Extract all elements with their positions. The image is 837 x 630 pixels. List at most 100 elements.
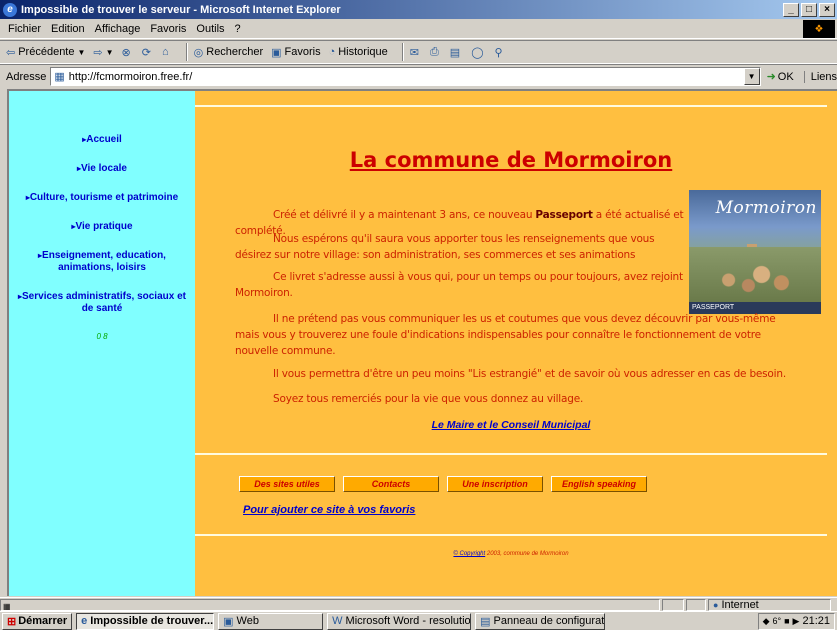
address-dropdown-button[interactable]: ▼ bbox=[743, 68, 760, 85]
button-row: Des sites utiles Contacts Une inscriptio… bbox=[239, 476, 655, 492]
globe-icon: ● bbox=[713, 599, 719, 610]
tray-icon[interactable]: ■ bbox=[784, 616, 789, 626]
home-icon: ⌂ bbox=[161, 46, 169, 58]
refresh-button[interactable]: ⟳ bbox=[142, 46, 154, 59]
menu-outils[interactable]: Outils bbox=[196, 23, 224, 35]
stop-button[interactable]: ⊗ bbox=[122, 46, 134, 59]
toolbar-separator bbox=[185, 43, 188, 61]
menu-favoris[interactable]: Favoris bbox=[150, 23, 186, 35]
nav-enseignement[interactable]: Enseignement, education, animations, loi… bbox=[9, 250, 195, 274]
task-label: Web bbox=[236, 615, 259, 627]
address-input[interactable]: ▦ http://fcmormoiron.free.fr/ ▼ bbox=[50, 67, 761, 86]
edit-button[interactable]: ▤ bbox=[450, 46, 463, 59]
ie-logo-icon: e bbox=[3, 2, 17, 17]
go-button[interactable]: ➜ OK bbox=[766, 70, 794, 84]
task-word[interactable]: WMicrosoft Word - resolution... bbox=[327, 612, 472, 630]
english-speaking-button[interactable]: English speaking bbox=[551, 476, 647, 492]
toolbar: ⇦ Précédente ▼ ⇨ ▼ ⊗ ⟳ ⌂ ◎ Rechercher ▣ Favor… bbox=[0, 40, 837, 64]
address-bar: Adresse ▦ http://fcmormoiron.free.fr/ ▼ … bbox=[0, 64, 837, 88]
status-cell bbox=[662, 598, 684, 611]
ie-icon: e bbox=[81, 615, 88, 627]
tray-temp: 6° bbox=[772, 616, 782, 626]
go-label: OK bbox=[777, 70, 794, 83]
zone-label: Internet bbox=[721, 598, 759, 611]
title-bar: e Impossible de trouver le serveur - Mic… bbox=[0, 0, 837, 19]
passeport-bold: Passeport bbox=[535, 209, 593, 221]
favorites-icon: ▣ bbox=[271, 46, 282, 59]
copyright: © Copyright 2003, commune de Mormoiron bbox=[195, 551, 827, 557]
task-label: Panneau de configuration bbox=[493, 615, 605, 627]
address-url: http://fcmormoiron.free.fr/ bbox=[68, 70, 193, 83]
edit-icon: ▤ bbox=[449, 46, 461, 59]
divider bbox=[195, 534, 827, 536]
address-label: Adresse bbox=[6, 70, 47, 83]
minimize-button[interactable]: _ bbox=[783, 2, 799, 17]
tray-icon[interactable]: ▶ bbox=[793, 616, 800, 627]
village-shape bbox=[689, 247, 821, 302]
browser-window: e Impossible de trouver le serveur - Mic… bbox=[0, 0, 837, 630]
menu-help[interactable]: ? bbox=[235, 23, 241, 35]
start-label: Démarrer bbox=[18, 615, 68, 627]
copyright-link[interactable]: © Copyright bbox=[453, 551, 485, 557]
menu-edition[interactable]: Edition bbox=[51, 23, 85, 35]
menu-bar: Fichier Edition Affichage Favoris Outils… bbox=[0, 19, 837, 39]
sidebar-nav: Accueil Vie locale Culture, tourisme et … bbox=[9, 91, 195, 596]
favorites-label: Favoris bbox=[284, 46, 321, 58]
start-button[interactable]: ⊞ Démarrer bbox=[2, 612, 73, 630]
nav-culture-tourisme[interactable]: Culture, tourisme et patrimoine bbox=[9, 192, 195, 204]
status-cell bbox=[686, 598, 706, 611]
favorites-button[interactable]: ▣ Favoris bbox=[271, 46, 320, 59]
add-favorites-link[interactable]: Pour ajouter ce site à vos favoris bbox=[243, 504, 415, 516]
task-web[interactable]: ▣ Web bbox=[218, 612, 324, 630]
divider bbox=[195, 105, 827, 107]
visit-counter: 0 8 bbox=[96, 332, 108, 341]
word-icon: W bbox=[332, 615, 343, 627]
security-zone: ● Internet bbox=[708, 598, 831, 611]
history-label: Historique bbox=[338, 46, 388, 58]
signature-link[interactable]: Le Maire et le Conseil Municipal bbox=[195, 419, 827, 431]
system-tray: ◆ 6° ■ ▶ 21:21 bbox=[757, 612, 835, 630]
menu-affichage[interactable]: Affichage bbox=[95, 23, 141, 35]
paragraph-5: Il vous permettra d'être un peu moins "L… bbox=[273, 368, 786, 380]
print-icon: ⎙ bbox=[429, 45, 439, 58]
page-icon: ▦ bbox=[54, 71, 65, 83]
close-button[interactable]: × bbox=[819, 2, 835, 17]
task-control-panel[interactable]: ▤Panneau de configuration bbox=[475, 612, 606, 630]
windows-flag-icon: ⊞ bbox=[7, 615, 17, 628]
forward-button[interactable]: ⇨ ▼ bbox=[93, 46, 113, 59]
sites-utiles-button[interactable]: Des sites utiles bbox=[239, 476, 335, 492]
nav-vie-pratique[interactable]: Vie pratique bbox=[9, 221, 195, 233]
paragraph-3: Ce livret s'adresse aussi à vous qui, po… bbox=[235, 271, 683, 299]
task-ie[interactable]: e Impossible de trouver... bbox=[76, 612, 215, 630]
back-arrow-icon: ⇦ bbox=[6, 46, 16, 59]
divider bbox=[195, 453, 827, 455]
mail-icon: ✉ bbox=[409, 46, 419, 59]
home-button[interactable]: ⌂ bbox=[162, 46, 172, 58]
discuss-button[interactable]: ◯ bbox=[471, 46, 486, 59]
links-button[interactable]: Liens bbox=[803, 70, 837, 83]
menu-fichier[interactable]: Fichier bbox=[8, 23, 41, 35]
paragraph-2: Nous espérons qu'il saura vous apporter … bbox=[235, 233, 655, 261]
back-button[interactable]: ⇦ Précédente ▼ bbox=[6, 46, 85, 59]
taskbar: ⊞ Démarrer e Impossible de trouver... ▣ Web… bbox=[0, 611, 837, 630]
maximize-button[interactable]: □ bbox=[801, 2, 817, 17]
messenger-button[interactable]: ⚲ bbox=[495, 46, 506, 59]
tray-icon[interactable]: ◆ bbox=[763, 616, 770, 627]
contacts-button[interactable]: Contacts bbox=[343, 476, 439, 492]
print-button[interactable]: ⎙ bbox=[430, 46, 442, 59]
nav-vie-locale[interactable]: Vie locale bbox=[9, 163, 195, 175]
back-label: Précédente bbox=[18, 46, 75, 58]
stop-icon: ⊗ bbox=[121, 46, 131, 59]
mail-button[interactable]: ✉ bbox=[410, 46, 422, 59]
nav-services[interactable]: Services administratifs, sociaux et de s… bbox=[9, 291, 195, 315]
go-arrow-icon: ➜ bbox=[766, 71, 776, 83]
control-panel-icon: ▤ bbox=[480, 615, 491, 628]
nav-accueil[interactable]: Accueil bbox=[9, 134, 195, 146]
search-button[interactable]: ◎ Rechercher bbox=[194, 46, 263, 59]
history-button[interactable]: ◔ Historique bbox=[329, 46, 388, 58]
main-content: La commune de Mormoiron Mormoiron PASSEP… bbox=[195, 91, 837, 596]
inscription-button[interactable]: Une inscription bbox=[447, 476, 543, 492]
paragraph-6: Soyez tous remerciés pour la vie que vou… bbox=[273, 393, 584, 405]
folder-icon: ▣ bbox=[223, 615, 234, 628]
windows-logo-icon: ❖ bbox=[803, 20, 835, 38]
